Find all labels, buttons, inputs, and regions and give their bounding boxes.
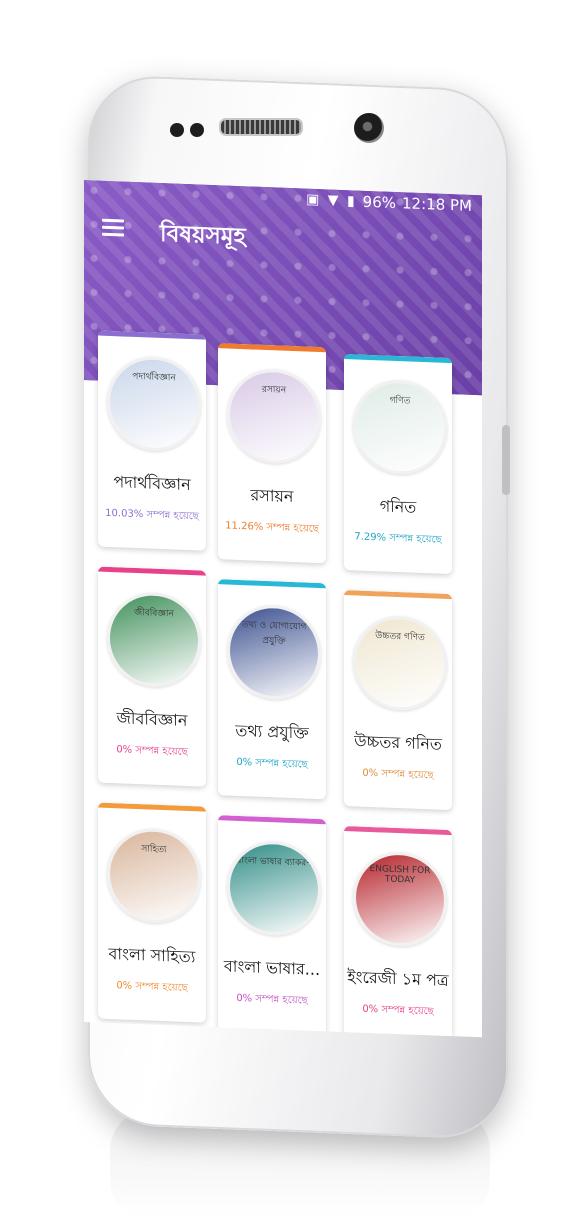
book-cover-image: তথ্য ও যোগাযোগ প্রযুক্তি (227, 603, 321, 702)
progress-text: 0% সম্পন্ন হয়েছে (362, 1003, 434, 1018)
subject-name: ইংরেজী ১ম পত্র (347, 967, 449, 991)
subject-name: বাংলা ভাষার... (223, 956, 321, 980)
progress-text: 0% সম্পন্ন হয়েছে (236, 756, 308, 771)
book-cover-image: বাংলা ভাষার ব্যাকরণ (227, 839, 321, 938)
progress-text: 7.29% সম্পন্ন হয়েছে (354, 531, 442, 546)
subject-name: রসায়ন (250, 485, 294, 507)
power-button (502, 425, 510, 495)
subject-card[interactable]: পদার্থবিজ্ঞান পদার্থবিজ্ঞান 10.03% সম্পন্ন… (98, 330, 206, 551)
earpiece-speaker (219, 118, 303, 136)
book-cover-image: রসায়ন (227, 367, 321, 466)
light-sensor (190, 123, 204, 137)
proximity-sensor (170, 123, 184, 137)
progress-text: 0% সম্পন্ন হয়েছে (362, 767, 434, 782)
progress-text: 0% সম্পন্ন হয়েছে (116, 744, 188, 758)
progress-text: 11.26% সম্পন্ন হয়েছে (225, 520, 319, 536)
subject-name: বাংলা সাহিত্য (108, 943, 196, 967)
subject-name: উচ্চতর গনিত (354, 731, 442, 754)
subject-card[interactable]: গণিত গনিত 7.29% সম্পন্ন হয়েছে (344, 353, 452, 575)
battery-level: 96% (362, 192, 397, 212)
hamburger-menu-icon[interactable] (102, 218, 124, 237)
front-camera (354, 113, 384, 143)
subject-card[interactable]: জীববিজ্ঞান জীববিজ্ঞান 0% সম্পন্ন হয়েছে (98, 566, 206, 787)
subject-card[interactable]: সাহিত্য বাংলা সাহিত্য 0% সম্পন্ন হয়েছে (98, 802, 206, 1023)
app-screen: ▣ ▼ ▮ 96% 12:18 PM বিষয়সমূহ পদার্থবিজ্ঞ… (84, 180, 482, 1038)
book-cover-image: গণিত (353, 378, 447, 476)
page-title: বিষয়সমূহ (160, 220, 246, 251)
subject-name: তথ্য প্রযুক্তি (235, 720, 309, 743)
card-accent-bar (218, 815, 326, 825)
subject-card[interactable]: রসায়ন রসায়ন 11.26% সম্পন্ন হয়েছে (218, 343, 326, 564)
book-cover-image: পদার্থবিজ্ঞান (107, 354, 201, 453)
card-accent-bar (98, 802, 206, 812)
card-accent-bar (218, 579, 326, 589)
subject-name: জীববিজ্ঞান (116, 708, 188, 730)
subject-card[interactable]: বাংলা ভাষার ব্যাকরণ বাংলা ভাষার... 0% সম্প… (218, 815, 326, 1036)
subject-card[interactable]: ENGLISH FOR TODAY ইংরেজী ১ম পত্র 0% সম্পন্… (344, 825, 452, 1038)
card-accent-bar (98, 566, 206, 576)
cover-title: ENGLISH FOR TODAY (369, 863, 431, 886)
book-cover-image: ENGLISH FOR TODAY (353, 850, 447, 948)
signal-icons: ▣ ▼ ▮ (306, 191, 357, 210)
subject-card[interactable]: উচ্চতর গণিত উচ্চতর গনিত 0% সম্পন্ন হয়েছে (344, 589, 452, 811)
progress-text: 0% সম্পন্ন হয়েছে (236, 992, 308, 1007)
cover-title: তথ্য ও যোগাযোগ প্রযুক্তি (241, 620, 307, 647)
subject-card[interactable]: তথ্য ও যোগাযোগ প্রযুক্তি তথ্য প্রযুক্তি 0%… (218, 579, 326, 800)
progress-text: 0% সম্পন্ন হয়েছে (116, 980, 188, 994)
book-cover-image: সাহিত্য (107, 826, 201, 925)
subject-name: পদার্থবিজ্ঞান (113, 472, 191, 495)
card-accent-bar (344, 825, 452, 836)
book-cover-image: জীববিজ্ঞান (107, 590, 201, 689)
clock: 12:18 PM (402, 194, 472, 215)
card-accent-bar (344, 589, 452, 600)
book-cover-image: উচ্চতর গণিত (353, 614, 447, 712)
progress-text: 10.03% সম্পন্ন হয়েছে (105, 507, 199, 523)
subject-name: গনিত (379, 496, 417, 517)
